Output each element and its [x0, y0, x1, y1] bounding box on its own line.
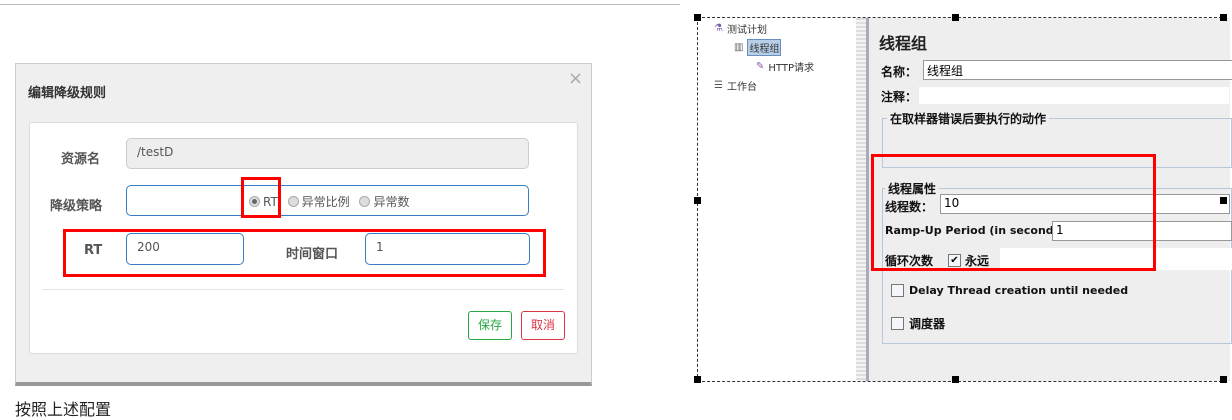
radio-label: 异常比例	[301, 195, 350, 209]
divider	[42, 289, 564, 290]
radio-exception-count[interactable]: 异常数	[359, 193, 409, 210]
strategy-label: 降级策略	[50, 199, 103, 214]
radio-icon	[359, 196, 371, 207]
radio-label: 异常数	[373, 195, 410, 209]
panel-title: 线程组	[879, 34, 928, 53]
edit-degrade-rule-dialog: 编辑降级规则 × 资源名 /testD 降级策略 RT 异常比例 异常数 RT …	[15, 63, 592, 386]
name-label: 名称：	[881, 65, 918, 79]
tree-item-thread-group[interactable]: ▥ 线程组	[734, 39, 782, 56]
caption-text: 按照上述配置	[15, 400, 112, 419]
resize-handle[interactable]	[1220, 14, 1227, 21]
error-action-label: 在取样器错误后要执行的动作	[887, 110, 1050, 127]
tree-item-test-plan[interactable]: ⚗ 测试计划	[714, 21, 767, 36]
test-tree: ⚗ 测试计划 ▥ 线程组 ✎ HTTP请求 ☰ 工作台	[698, 18, 856, 381]
comment-label: 注释：	[881, 90, 918, 104]
tree-label: 线程组	[747, 39, 782, 56]
strategy-radio-group: RT 异常比例 异常数	[126, 185, 529, 216]
resize-handle[interactable]	[694, 376, 701, 383]
name-input[interactable]: 线程组	[923, 60, 1232, 80]
checkbox-icon	[891, 284, 904, 297]
spool-icon: ▥	[734, 42, 744, 53]
delay-label: Delay Thread creation until needed	[909, 284, 1129, 297]
resize-handle[interactable]	[1220, 376, 1227, 383]
radio-icon	[287, 196, 299, 207]
resource-label: 资源名	[61, 152, 101, 167]
resize-handle[interactable]	[694, 14, 701, 21]
radio-exception-ratio[interactable]: 异常比例	[287, 193, 350, 210]
tree-label: HTTP请求	[768, 63, 814, 74]
pipette-icon: ✎	[756, 61, 765, 72]
clipboard-icon: ☰	[714, 80, 723, 91]
save-button[interactable]: 保存	[468, 311, 512, 340]
resize-handle[interactable]	[694, 197, 701, 204]
resize-handle[interactable]	[952, 14, 959, 21]
scheduler-label: 调度器	[909, 317, 946, 331]
tree-item-workbench[interactable]: ☰ 工作台	[714, 78, 757, 93]
tree-label: 测试计划	[726, 25, 767, 36]
scheduler-checkbox[interactable]: 调度器	[891, 315, 945, 332]
splitter[interactable]	[856, 18, 866, 381]
cancel-button[interactable]: 取消	[521, 311, 565, 340]
resize-handle[interactable]	[1220, 197, 1227, 204]
tree-label: 工作台	[726, 82, 757, 93]
highlight-box	[241, 177, 281, 218]
highlight-box	[63, 229, 546, 277]
dialog-title: 编辑降级规则	[28, 86, 107, 101]
resize-handle[interactable]	[952, 376, 959, 383]
resource-input[interactable]: /testD	[126, 138, 529, 169]
divider	[0, 4, 680, 5]
flask-icon: ⚗	[714, 23, 723, 34]
close-icon[interactable]: ×	[568, 68, 583, 89]
tree-item-http-request[interactable]: ✎ HTTP请求	[756, 59, 814, 74]
delay-thread-checkbox[interactable]: Delay Thread creation until needed	[891, 284, 1128, 297]
comment-input[interactable]	[919, 87, 1229, 104]
checkbox-icon	[891, 317, 904, 330]
highlight-box	[871, 154, 1156, 271]
